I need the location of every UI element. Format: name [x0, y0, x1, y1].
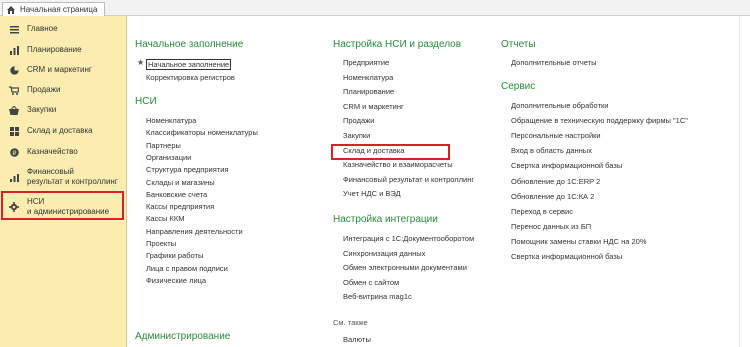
scrollbar-track[interactable]: [739, 16, 740, 347]
svg-text:₽: ₽: [12, 150, 16, 157]
link-register-correction[interactable]: Корректировка регистров: [146, 73, 235, 82]
settings-link[interactable]: Закупки: [343, 131, 370, 140]
chart-icon: [9, 45, 19, 55]
service-link[interactable]: Вход в область данных: [511, 146, 592, 155]
integration-link[interactable]: Обмен электронными документами: [343, 263, 467, 272]
link-additional-reports[interactable]: Дополнительные отчеты: [511, 58, 597, 67]
sidebar-item-planning[interactable]: Планирование: [0, 40, 126, 60]
service-link[interactable]: Переход в сервис: [511, 207, 573, 216]
tab-label: Начальная страница: [20, 5, 98, 14]
nsi-link[interactable]: Физические лица: [146, 276, 206, 285]
pie-icon: [9, 65, 19, 75]
nsi-link[interactable]: Организации: [146, 153, 191, 162]
settings-link[interactable]: Номенклатура: [343, 73, 393, 82]
sidebar-item-treasury[interactable]: ₽ Казначейство: [0, 142, 126, 162]
sidebar-item-purchases[interactable]: Закупки: [0, 100, 126, 120]
service-link[interactable]: Дополнительные обработки: [511, 101, 608, 110]
nsi-link[interactable]: Графики работы: [146, 251, 203, 260]
settings-link[interactable]: CRM и маркетинг: [343, 102, 404, 111]
nsi-link[interactable]: Партнеры: [146, 141, 181, 150]
integration-link[interactable]: Интеграция с 1С:Документооборотом: [343, 234, 474, 243]
nsi-link[interactable]: Кассы предприятия: [146, 202, 214, 211]
section-title-reports: Отчеты: [501, 39, 536, 50]
sidebar-item-label: Казначейство: [27, 147, 78, 156]
sidebar-item-finance[interactable]: Финансовый результат и контроллинг: [0, 164, 126, 190]
highlight-frame-sidebar: [1, 191, 124, 220]
settings-link[interactable]: Учет НДС и ВЭД: [343, 189, 401, 198]
nsi-link[interactable]: Структура предприятия: [146, 165, 228, 174]
integration-link[interactable]: Синхронизация данных: [343, 249, 425, 258]
service-link[interactable]: Обращение в техническую поддержку фирмы …: [511, 116, 688, 125]
service-link[interactable]: Обновление до 1С:ERP 2: [511, 177, 600, 186]
settings-link[interactable]: Финансовый результат и контроллинг: [343, 175, 474, 184]
integration-link[interactable]: Обмен с сайтом: [343, 278, 399, 287]
tab-home-page[interactable]: Начальная страница: [2, 2, 105, 16]
sidebar-item-label: CRM и маркетинг: [27, 65, 92, 74]
service-link[interactable]: Обновление до 1С:КА 2: [511, 192, 594, 201]
nsi-link[interactable]: Проекты: [146, 239, 176, 248]
coin-icon: ₽: [9, 147, 19, 157]
section-title-service: Сервис: [501, 81, 536, 92]
service-link[interactable]: Свертка информационной базы: [511, 161, 622, 170]
finance-icon: [9, 172, 19, 182]
highlight-frame-warehouse: [331, 144, 450, 160]
basket-icon: [9, 105, 19, 115]
sidebar-item-warehouse[interactable]: Склад и доставка: [0, 121, 126, 141]
nsi-link[interactable]: Склады и магазины: [146, 178, 215, 187]
section-title-integration: Настройка интеграции: [333, 214, 438, 225]
link-initial-fill[interactable]: Начальное заполнение: [146, 59, 232, 70]
service-link[interactable]: Помощник замены ставки НДС на 20%: [511, 237, 647, 246]
section-title-settings: Настройка НСИ и разделов: [333, 39, 462, 50]
sidebar-item-label: Продажи: [27, 85, 61, 94]
star-icon[interactable]: ★: [137, 58, 144, 67]
nsi-link[interactable]: Банковские счета: [146, 190, 207, 199]
sidebar-item-label: Финансовый: [27, 167, 74, 176]
nsi-link[interactable]: Номенклатура: [146, 116, 196, 125]
home-icon: [5, 4, 17, 16]
section-title-initial: Начальное заполнение: [135, 39, 244, 50]
sidebar-item-main[interactable]: Главное: [0, 19, 126, 39]
integration-link[interactable]: Веб-витрина mag1c: [343, 292, 412, 301]
cart-icon: [9, 85, 19, 95]
sidebar-item-label: Главное: [27, 24, 58, 33]
sidebar-item-label: Склад и доставка: [27, 126, 93, 135]
nsi-link[interactable]: Классификаторы номенклатуры: [146, 128, 258, 137]
section-title-admin: Администрирование: [135, 331, 231, 342]
settings-link[interactable]: Продажи: [343, 116, 374, 125]
warehouse-icon: [9, 126, 19, 136]
settings-link[interactable]: Казначейство и взаиморасчеты: [343, 160, 453, 169]
menu-icon: [9, 24, 19, 34]
settings-link[interactable]: Планирование: [343, 87, 394, 96]
see-also-label: См. также: [333, 318, 368, 327]
service-link[interactable]: Свертка информационной базы: [511, 252, 622, 261]
service-link[interactable]: Персональные настройки: [511, 131, 601, 140]
section-title-nsi: НСИ: [135, 96, 157, 107]
service-link[interactable]: Перенос данных из БП: [511, 222, 591, 231]
sidebar-item-sales[interactable]: Продажи: [0, 80, 126, 100]
nsi-link[interactable]: Лица с правом подписи: [146, 264, 228, 273]
sidebar-item-crm[interactable]: CRM и маркетинг: [0, 60, 126, 80]
sidebar: Главное Планирование CRM и маркетинг Про…: [0, 16, 127, 347]
link-currencies[interactable]: Валюты: [343, 335, 371, 344]
sidebar-item-label: Закупки: [27, 105, 57, 114]
nsi-link[interactable]: Направления деятельности: [146, 227, 243, 236]
tab-bar: Начальная страница: [0, 0, 750, 16]
settings-link[interactable]: Предприятие: [343, 58, 389, 67]
sidebar-item-label: Планирование: [27, 45, 82, 54]
sidebar-item-label-line2: результат и контроллинг: [27, 177, 118, 186]
nsi-link[interactable]: Кассы ККМ: [146, 214, 185, 223]
